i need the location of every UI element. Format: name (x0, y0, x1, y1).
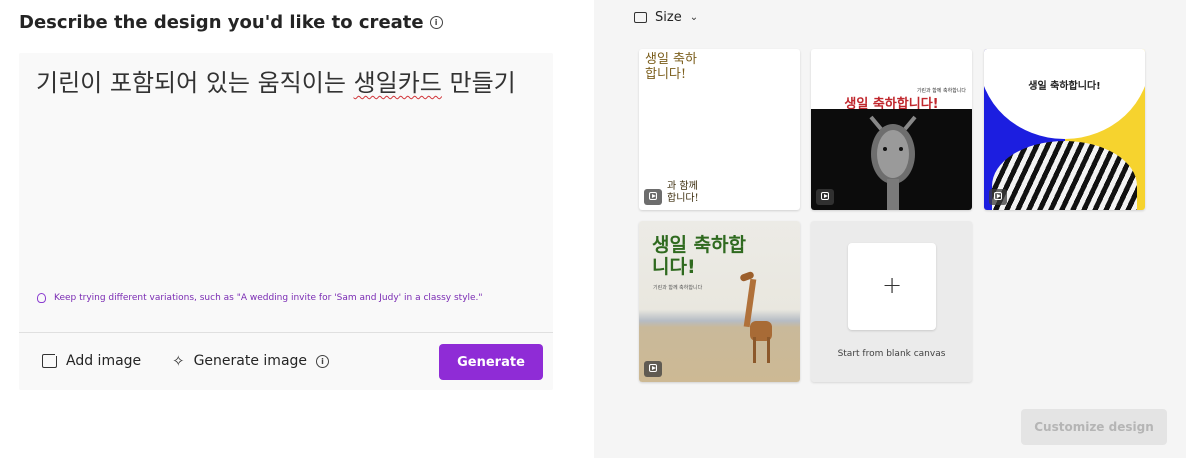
giraffe-photo (811, 109, 972, 210)
plus-icon: + (881, 271, 903, 299)
video-icon (644, 361, 662, 377)
hint-text: Keep trying different variations, such a… (37, 293, 483, 303)
template-card-4[interactable]: 생일 축하합 니다! 기린과 함께 축하합니다 (639, 221, 800, 382)
giraffe-leg (767, 337, 770, 363)
templates-panel: Size ⌄ 생일 축하 합니다! 과 함께 합니다! 기린과 함께 축하합니다… (594, 0, 1186, 458)
blank-canvas-card[interactable]: + Start from blank canvas (811, 221, 972, 382)
card-4-heading-text: 생일 축하합 니다! (652, 234, 747, 278)
card-1-footer: 과 함께 합니다! (667, 181, 699, 204)
chevron-down-icon: ⌄ (689, 12, 699, 23)
card-3-heading: 생일 축하합니다! (1028, 81, 1101, 92)
card-heading: 생일 축하 합니다! (645, 52, 697, 82)
prompt-misspelled-word[interactable]: 생일카드 (354, 69, 442, 97)
blank-canvas-tile[interactable]: + (848, 243, 936, 330)
prompt-text: 기린이 포함되어 있는 움직이는 (36, 69, 354, 97)
template-card-3[interactable]: 생일 축하합니다! (984, 49, 1145, 210)
generate-image-button[interactable]: ✧ Generate image i (172, 351, 330, 370)
page-title: Describe the design you'd like to create… (19, 12, 443, 33)
size-dropdown[interactable]: Size ⌄ (634, 10, 698, 25)
blank-canvas-label: Start from blank canvas (837, 349, 946, 359)
video-icon (989, 189, 1007, 205)
card-1-heading: 생일 축하 합니다! (645, 52, 697, 82)
video-icon (644, 189, 662, 205)
info-icon[interactable]: i (316, 354, 330, 368)
card-4-subtext: 기린과 함께 축하합니다 (653, 285, 703, 291)
hint-label: Keep trying different variations, such a… (54, 293, 483, 303)
resize-icon (634, 12, 647, 23)
create-panel: Describe the design you'd like to create… (0, 0, 594, 458)
prompt-textarea[interactable]: 기린이 포함되어 있는 움직이는 생일카드 만들기 (36, 67, 536, 99)
generate-button[interactable]: Generate (439, 344, 543, 380)
page-title-text: Describe the design you'd like to create (19, 12, 424, 33)
lightbulb-icon (37, 293, 46, 303)
template-card-1[interactable]: 생일 축하 합니다! 과 함께 합니다! (639, 49, 800, 210)
prompt-text-end: 만들기 (441, 69, 516, 97)
add-image-icon (42, 350, 61, 368)
giraffe-leg (753, 337, 756, 363)
video-icon (816, 189, 834, 205)
size-label: Size (655, 10, 682, 25)
customize-design-button[interactable]: Customize design (1021, 409, 1167, 445)
action-bar: Add image ✧ Generate image i Generate (19, 333, 553, 390)
card-footer: 과 함께 합니다! (667, 181, 699, 205)
card-4-heading: 생일 축하합 니다! (652, 234, 746, 278)
add-image-button[interactable]: Add image (42, 350, 142, 369)
sparkle-icon: ✧ (172, 351, 185, 370)
info-icon[interactable]: i (429, 16, 443, 29)
template-card-2[interactable]: 기린과 함께 축하합니다 생일 축하합니다! (811, 49, 972, 210)
prompt-editor[interactable]: 기린이 포함되어 있는 움직이는 생일카드 만들기 Keep trying di… (19, 53, 553, 390)
giraffe-image (869, 115, 917, 210)
add-image-label: Add image (66, 353, 142, 369)
generate-image-label: Generate image (193, 353, 308, 369)
